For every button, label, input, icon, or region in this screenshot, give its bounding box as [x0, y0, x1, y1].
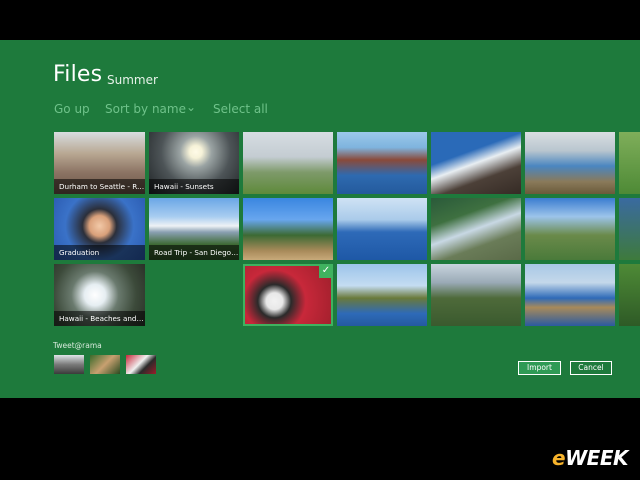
photo-tile[interactable] — [431, 264, 521, 326]
photo-tile[interactable] — [525, 198, 615, 260]
cancel-button[interactable]: Cancel — [570, 361, 612, 375]
folder-tile-durham-seattle[interactable]: Durham to Seattle - Road... — [54, 132, 145, 194]
tray-thumbnail[interactable] — [126, 355, 156, 374]
sort-by-dropdown[interactable]: Sort by name — [105, 102, 186, 116]
photo-tile[interactable] — [243, 198, 333, 260]
photo-tile-partial[interactable] — [619, 198, 640, 260]
photo-tile-partial[interactable] — [619, 132, 640, 194]
photo-tile-selected[interactable]: ✓ — [243, 264, 333, 326]
page-title: Files — [53, 62, 103, 87]
folder-tile-road-trip[interactable]: Road Trip - San Diego to ... — [149, 198, 239, 260]
photo-tile-partial[interactable] — [619, 264, 640, 326]
file-picker: Files Summer Go up Sort by name ⌄ Select… — [0, 40, 640, 398]
tray-thumbnail[interactable] — [90, 355, 120, 374]
folder-label: Durham to Seattle - Road... — [54, 179, 145, 194]
photo-tile[interactable] — [431, 198, 521, 260]
folder-label: Road Trip - San Diego to ... — [149, 245, 239, 260]
folder-tile-hawaii-sunsets[interactable]: Hawaii - Sunsets — [149, 132, 239, 194]
tray-thumbnail[interactable] — [54, 355, 84, 374]
photo-tile[interactable] — [243, 132, 333, 194]
photo-tile[interactable] — [431, 132, 521, 194]
folder-tile-hawaii-beaches[interactable]: Hawaii - Beaches and Wa... — [54, 264, 145, 326]
photo-tile[interactable] — [525, 132, 615, 194]
watermark-e: e — [552, 446, 566, 470]
photo-tile[interactable] — [337, 132, 427, 194]
folder-name: Summer — [107, 73, 158, 87]
folder-label: Hawaii - Sunsets — [149, 179, 239, 194]
photo-tile[interactable] — [337, 198, 427, 260]
folder-label: Hawaii - Beaches and Wa... — [54, 311, 145, 326]
photo-tile[interactable] — [525, 264, 615, 326]
checkmark-icon: ✓ — [319, 264, 333, 278]
select-all-button[interactable]: Select all — [213, 102, 268, 116]
go-up-button[interactable]: Go up — [54, 102, 90, 116]
watermark-week: WEEK — [565, 446, 628, 470]
eweek-watermark: eWEEK — [552, 446, 628, 470]
chevron-down-icon[interactable]: ⌄ — [186, 100, 196, 114]
tray-title: Tweet@rama — [53, 341, 102, 350]
import-button[interactable]: Import — [518, 361, 561, 375]
folder-label: Graduation — [54, 245, 145, 260]
photo-tile[interactable] — [337, 264, 427, 326]
folder-tile-graduation[interactable]: Graduation — [54, 198, 145, 260]
